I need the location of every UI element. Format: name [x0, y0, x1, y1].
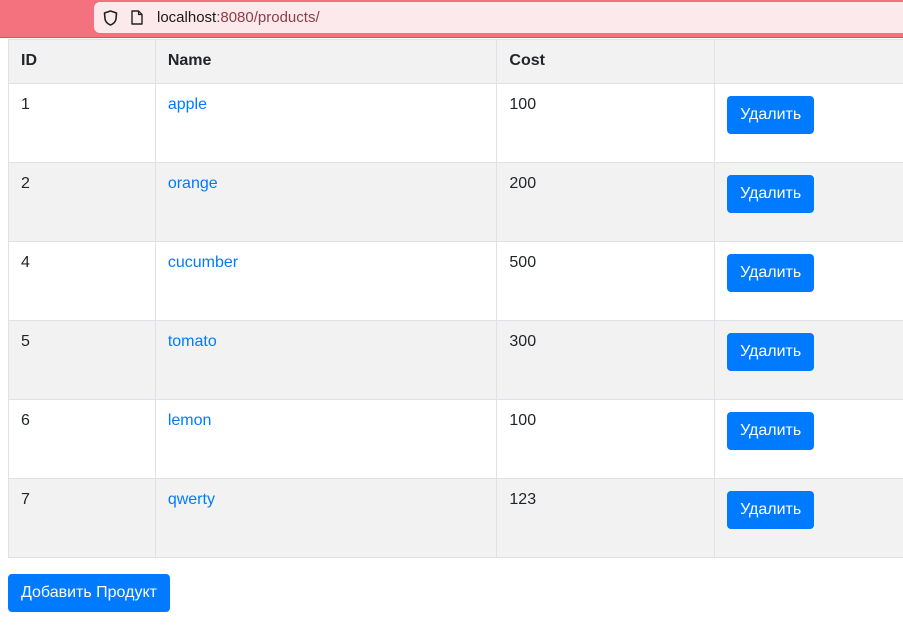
- delete-button[interactable]: Удалить: [727, 333, 815, 371]
- cell-id: 1: [8, 83, 156, 163]
- browser-toolbar: localhost:8080/products/: [0, 0, 903, 38]
- cell-name: apple: [154, 83, 498, 163]
- delete-button[interactable]: Удалить: [727, 412, 815, 450]
- product-link[interactable]: tomato: [168, 333, 217, 350]
- cell-action: Удалить: [714, 83, 903, 163]
- cell-action: Удалить: [714, 162, 903, 242]
- table-row: 4 cucumber 500 Удалить: [8, 241, 903, 321]
- product-link[interactable]: apple: [168, 96, 207, 113]
- cell-cost: 200: [496, 162, 716, 242]
- cell-id: 6: [8, 399, 156, 479]
- cell-action: Удалить: [714, 478, 903, 558]
- cell-cost: 500: [496, 241, 716, 321]
- header-name: Name: [154, 39, 498, 84]
- product-link[interactable]: cucumber: [168, 254, 238, 271]
- cell-action: Удалить: [714, 399, 903, 479]
- cell-name: lemon: [154, 399, 498, 479]
- cell-action: Удалить: [714, 320, 903, 400]
- delete-button[interactable]: Удалить: [727, 491, 815, 529]
- table-row: 5 tomato 300 Удалить: [8, 320, 903, 400]
- cell-id: 2: [8, 162, 156, 242]
- header-id: ID: [8, 39, 156, 84]
- header-actions: [714, 39, 903, 84]
- table-row: 7 qwerty 123 Удалить: [8, 478, 903, 558]
- table-row: 2 orange 200 Удалить: [8, 162, 903, 242]
- cell-id: 7: [8, 478, 156, 558]
- table-header-row: ID Name Cost: [8, 39, 903, 84]
- cell-id: 5: [8, 320, 156, 400]
- header-cost: Cost: [496, 39, 716, 84]
- shield-icon[interactable]: [103, 10, 118, 26]
- products-table: ID Name Cost 1 apple 100 Удалить 2 orang…: [8, 39, 903, 558]
- delete-button[interactable]: Удалить: [727, 254, 815, 292]
- cell-action: Удалить: [714, 241, 903, 321]
- cell-cost: 300: [496, 320, 716, 400]
- add-product-button[interactable]: Добавить Продукт: [8, 574, 170, 612]
- table-row: 1 apple 100 Удалить: [8, 83, 903, 163]
- product-link[interactable]: qwerty: [168, 491, 215, 508]
- url-text[interactable]: localhost:8080/products/: [157, 9, 320, 27]
- cell-name: tomato: [154, 320, 498, 400]
- page-icon[interactable]: [131, 10, 143, 25]
- cell-name: qwerty: [154, 478, 498, 558]
- cell-name: orange: [154, 162, 498, 242]
- cell-cost: 100: [496, 83, 716, 163]
- cell-cost: 123: [496, 478, 716, 558]
- address-bar[interactable]: localhost:8080/products/: [94, 2, 903, 33]
- cell-id: 4: [8, 241, 156, 321]
- table-row: 6 lemon 100 Удалить: [8, 399, 903, 479]
- product-link[interactable]: orange: [168, 175, 218, 192]
- cell-name: cucumber: [154, 241, 498, 321]
- delete-button[interactable]: Удалить: [727, 175, 815, 213]
- delete-button[interactable]: Удалить: [727, 96, 815, 134]
- url-path: :8080/products/: [216, 9, 320, 26]
- product-link[interactable]: lemon: [168, 412, 212, 429]
- cell-cost: 100: [496, 399, 716, 479]
- url-host: localhost: [157, 9, 217, 26]
